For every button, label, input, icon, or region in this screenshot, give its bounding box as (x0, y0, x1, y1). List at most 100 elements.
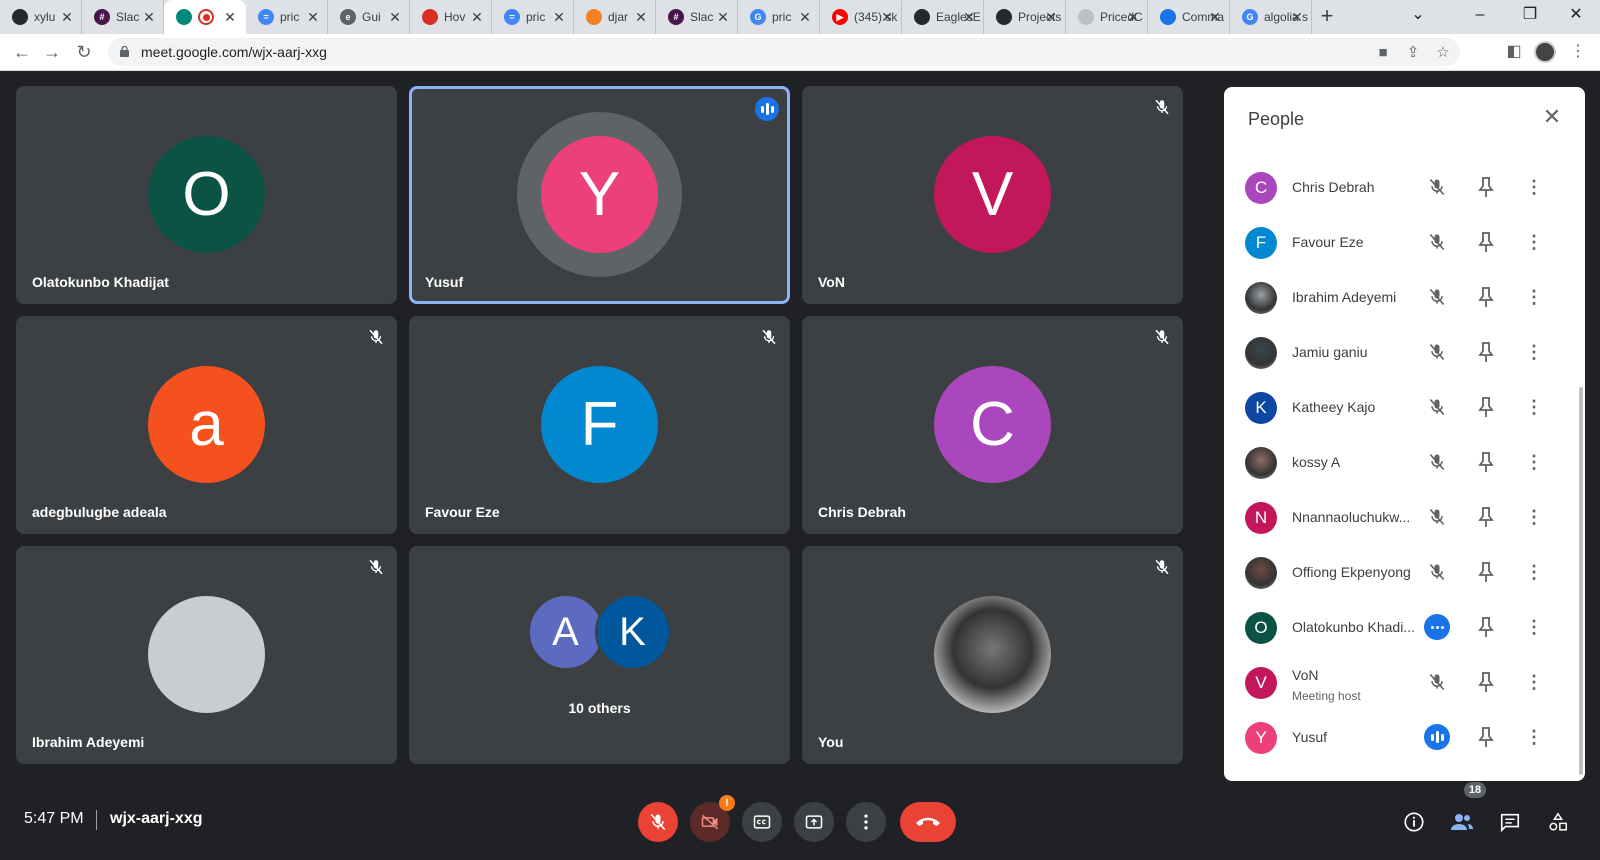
captions-button[interactable] (742, 802, 782, 842)
participant-row[interactable]: C Chris Debrah ⋮ (1224, 160, 1585, 216)
participant-row[interactable]: Jamiu ganiu ⋮ (1224, 325, 1585, 381)
tab-close-icon[interactable]: ✕ (1289, 9, 1305, 25)
browser-tab[interactable]: ▶ (345) sk ✕ (820, 0, 902, 34)
activities-button[interactable] (1546, 810, 1570, 834)
pin-button[interactable] (1476, 176, 1496, 198)
mute-participant-button[interactable] (1427, 287, 1447, 307)
browser-tab[interactable]: Hov ✕ (410, 0, 492, 34)
restore-icon[interactable]: ❐ (1510, 0, 1550, 30)
participant-row[interactable]: N Nnannaoluchukw... ⋮ (1224, 490, 1585, 546)
pin-button[interactable] (1476, 231, 1496, 253)
participant-tile[interactable]: A K 10 others (409, 546, 790, 764)
tab-close-icon[interactable]: ✕ (715, 9, 731, 25)
mute-participant-button[interactable] (1427, 177, 1447, 197)
back-icon[interactable]: ← (10, 40, 34, 64)
more-options-icon[interactable]: ⋮ (1524, 176, 1544, 198)
tab-close-icon[interactable]: ✕ (879, 9, 895, 25)
side-panel-icon[interactable]: ◧ (1504, 42, 1524, 62)
tab-search-icon[interactable]: ⌄ (1398, 0, 1438, 30)
close-panel-icon[interactable]: ✕ (1540, 105, 1564, 129)
participant-tile[interactable]: Ibrahim Adeyemi (16, 546, 397, 764)
panel-scrollbar[interactable] (1579, 387, 1583, 775)
browser-tab[interactable]: djar ✕ (574, 0, 656, 34)
pin-button[interactable] (1476, 286, 1496, 308)
more-options-icon[interactable]: ⋮ (1524, 506, 1544, 528)
tab-close-icon[interactable]: ✕ (222, 9, 238, 25)
address-bar[interactable]: meet.google.com/wjx-aarj-xxg ■ ⇪ ☆ (108, 38, 1460, 66)
tab-close-icon[interactable]: ✕ (387, 9, 403, 25)
browser-tab[interactable]: = pric ✕ (492, 0, 574, 34)
minimize-icon[interactable]: – (1460, 0, 1500, 30)
mute-participant-button[interactable] (1427, 507, 1447, 527)
pin-button[interactable] (1476, 451, 1496, 473)
more-options-icon[interactable]: ⋮ (1524, 341, 1544, 363)
participant-tile[interactable]: C Chris Debrah (802, 316, 1183, 534)
browser-tab[interactable]: = pric ✕ (246, 0, 328, 34)
participant-tile[interactable]: V VoN (802, 86, 1183, 304)
more-options-icon[interactable]: ⋮ (1524, 726, 1544, 748)
tab-close-icon[interactable]: ✕ (633, 9, 649, 25)
menu-icon[interactable]: ⋮ (1568, 42, 1588, 62)
more-options-icon[interactable]: ⋮ (1524, 616, 1544, 638)
participant-row[interactable]: O Olatokunbo Khadi... ⋮ (1224, 600, 1585, 656)
mute-participant-button[interactable] (1427, 342, 1447, 362)
browser-tab[interactable]: xylu ✕ (0, 0, 82, 34)
pin-button[interactable] (1476, 341, 1496, 363)
present-now-button[interactable] (794, 802, 834, 842)
participant-tile[interactable]: O Olatokunbo Khadijat (16, 86, 397, 304)
browser-tab[interactable]: Gpric ✕ (738, 0, 820, 34)
browser-tab[interactable]: ✕ (164, 0, 246, 34)
new-tab-icon[interactable]: + (1312, 0, 1342, 34)
more-options-icon[interactable]: ⋮ (1524, 451, 1544, 473)
browser-tab[interactable]: Galgolia s ✕ (1230, 0, 1312, 34)
close-window-icon[interactable]: ✕ (1556, 0, 1596, 30)
participant-row[interactable]: Offiong Ekpenyong ⋮ (1224, 545, 1585, 601)
more-options-icon[interactable]: ⋮ (1524, 671, 1544, 693)
pin-button[interactable] (1476, 671, 1496, 693)
browser-tab[interactable]: e Gui ✕ (328, 0, 410, 34)
tab-close-icon[interactable]: ✕ (141, 9, 157, 25)
tab-close-icon[interactable]: ✕ (961, 9, 977, 25)
browser-tab[interactable]: Projects ✕ (984, 0, 1066, 34)
microphone-toggle-button[interactable] (638, 802, 678, 842)
people-button[interactable] (1450, 810, 1474, 834)
profile-avatar[interactable] (1534, 41, 1556, 63)
mute-participant-button[interactable] (1427, 452, 1447, 472)
camera-permission-icon[interactable]: ■ (1374, 44, 1392, 62)
pin-button[interactable] (1476, 726, 1496, 748)
more-options-icon[interactable]: ⋮ (1524, 286, 1544, 308)
participant-tile[interactable]: a adegbulugbe adeala (16, 316, 397, 534)
tab-close-icon[interactable]: ✕ (469, 9, 485, 25)
tab-close-icon[interactable]: ✕ (551, 9, 567, 25)
chat-button[interactable] (1498, 810, 1522, 834)
tab-close-icon[interactable]: ✕ (797, 9, 813, 25)
meeting-details-button[interactable] (1402, 810, 1426, 834)
participant-row[interactable]: F Favour Eze ⋮ (1224, 215, 1585, 271)
leave-call-button[interactable] (900, 802, 956, 842)
mute-participant-button[interactable] (1427, 232, 1447, 252)
mute-participant-button[interactable] (1427, 672, 1447, 692)
participant-row[interactable]: K Katheey Kajo ⋮ (1224, 380, 1585, 436)
tab-close-icon[interactable]: ✕ (1043, 9, 1059, 25)
pin-button[interactable] (1476, 396, 1496, 418)
browser-tab[interactable]: EaglesE ✕ (902, 0, 984, 34)
more-options-icon[interactable]: ⋮ (1524, 396, 1544, 418)
participant-tile[interactable]: You (802, 546, 1183, 764)
share-icon[interactable]: ⇪ (1404, 44, 1422, 62)
reload-icon[interactable]: ↻ (72, 40, 96, 64)
browser-tab[interactable]: # Slac ✕ (82, 0, 164, 34)
tab-close-icon[interactable]: ✕ (59, 9, 75, 25)
tab-close-icon[interactable]: ✕ (1125, 9, 1141, 25)
mute-participant-button[interactable] (1427, 562, 1447, 582)
browser-tab[interactable]: Comma ✕ (1148, 0, 1230, 34)
more-options-icon[interactable]: ⋮ (1524, 561, 1544, 583)
mute-participant-button[interactable] (1427, 397, 1447, 417)
more-options-icon[interactable]: ⋮ (1524, 231, 1544, 253)
participant-tile[interactable]: Y Yusuf (409, 86, 790, 304)
pin-button[interactable] (1476, 506, 1496, 528)
participant-row[interactable]: Y Yusuf ⋮ (1224, 710, 1585, 766)
browser-tab[interactable]: # Slac ✕ (656, 0, 738, 34)
participant-row[interactable]: Ibrahim Adeyemi ⋮ (1224, 270, 1585, 326)
bookmark-star-icon[interactable]: ☆ (1434, 44, 1452, 62)
pin-button[interactable] (1476, 561, 1496, 583)
